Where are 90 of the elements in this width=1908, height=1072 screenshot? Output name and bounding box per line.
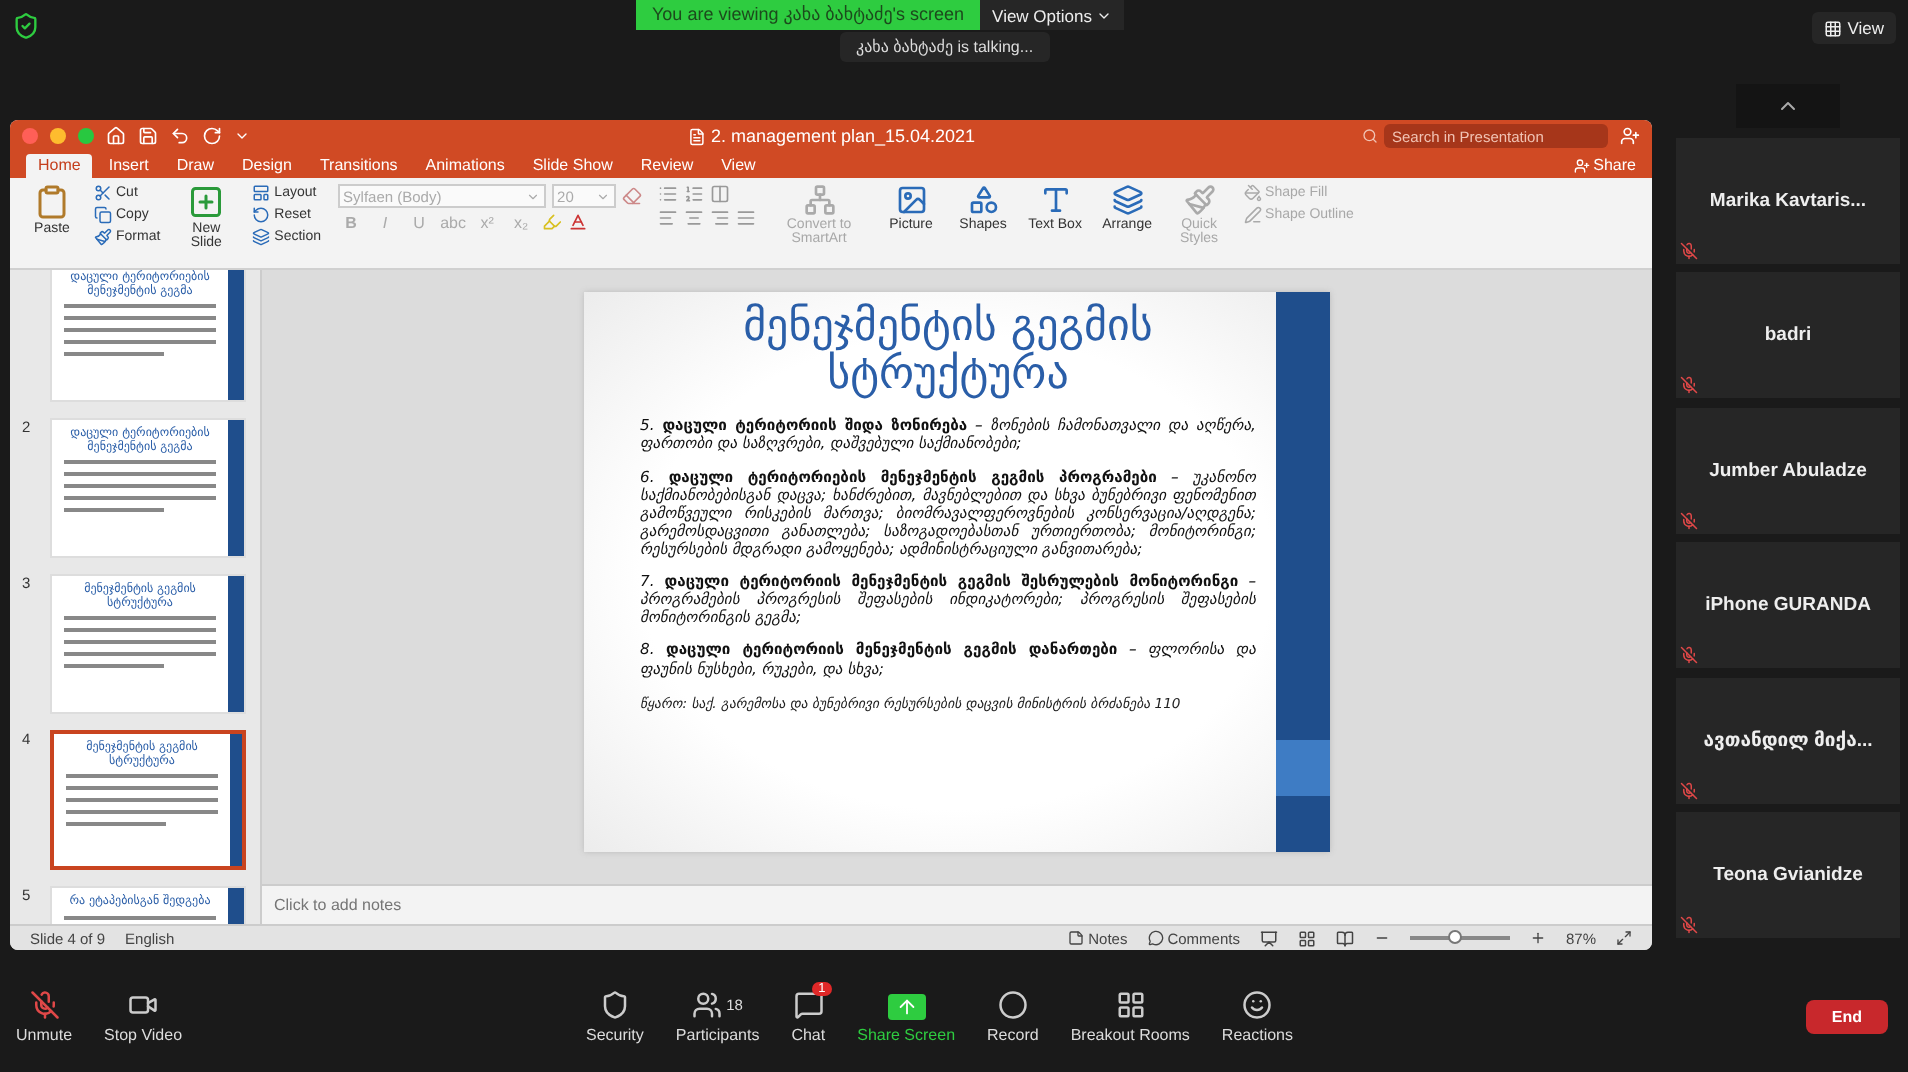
toolbar-button[interactable]: Security (586, 990, 644, 1044)
view-options-button[interactable]: View Options (980, 0, 1124, 30)
justify-icon[interactable] (735, 208, 756, 228)
minimize-icon[interactable] (50, 128, 66, 144)
view-button[interactable]: View (1811, 12, 1896, 44)
text-box-icon (1039, 184, 1072, 216)
save-icon[interactable] (138, 126, 158, 146)
shield-check-icon (12, 12, 40, 40)
thumbnail-side-bar (228, 420, 244, 556)
zoom-slider-thumb[interactable] (1448, 930, 1463, 944)
thumbnail-side-bar (228, 576, 244, 712)
note-icon (1068, 930, 1085, 946)
undo-icon[interactable] (170, 126, 190, 146)
scissors-icon (94, 184, 112, 202)
comment-icon (1147, 930, 1164, 946)
end-button[interactable]: End (1805, 1000, 1888, 1034)
toolbar-button[interactable]: Stop Video (104, 990, 183, 1044)
layout-icon (252, 184, 271, 202)
arrange-icon (1111, 184, 1144, 216)
chat-bubble-icon (793, 990, 824, 1020)
share-button[interactable]: Share (1573, 156, 1636, 178)
ribbon-tab[interactable]: Animations (413, 154, 517, 178)
talking-indicator: კახა ბახტაძე is talking... (840, 32, 1050, 62)
participant-name: ავთანდილ მიქა... (1703, 729, 1873, 751)
slide-accent-stripe (1276, 740, 1330, 796)
columns-icon[interactable] (709, 184, 730, 204)
picture-icon (895, 184, 928, 216)
smartart-icon (803, 184, 836, 216)
ribbon-tab[interactable]: Home (26, 154, 93, 178)
normal-view-icon[interactable] (1259, 929, 1278, 947)
caret-icon[interactable] (234, 128, 250, 144)
people-icon (692, 990, 723, 1020)
shapes-icon (967, 184, 1000, 216)
video-camera-icon (128, 990, 159, 1020)
sorter-view-icon[interactable] (1297, 929, 1316, 947)
thumbnail-side-bar (228, 270, 244, 400)
numbering-icon[interactable] (683, 184, 704, 204)
font-color-icon[interactable] (567, 212, 588, 232)
thumbnail-side-bar (230, 734, 242, 866)
reading-view-icon[interactable] (1335, 929, 1354, 947)
participant-name: iPhone GURANDA (1705, 594, 1871, 616)
ribbon-tab[interactable]: Slide Show (520, 154, 625, 178)
participant-name: Marika Kavtaris... (1709, 189, 1867, 211)
search-icon (1362, 128, 1378, 144)
ribbon-tab[interactable]: Design (230, 154, 304, 178)
pen-icon (1243, 206, 1262, 224)
align-right-icon[interactable] (709, 208, 730, 228)
caret-icon (595, 189, 610, 203)
align-left-icon[interactable] (657, 208, 678, 228)
toolbar-button[interactable]: Reactions (1221, 990, 1293, 1044)
toolbar-button[interactable]: Share Screen (857, 994, 956, 1044)
record-icon (997, 990, 1028, 1020)
sharing-banner: You are viewing კახა ბახტაძე's screen (636, 0, 981, 30)
new-slide-icon (188, 184, 225, 220)
ribbon-tab[interactable]: Draw (164, 154, 227, 178)
ribbon-tab[interactable]: Transitions (307, 154, 410, 178)
mic-off-icon (29, 990, 59, 1020)
account-icon[interactable] (1620, 126, 1640, 146)
toolbar-button[interactable]: Breakout Rooms (1070, 990, 1190, 1044)
toolbar-button[interactable]: Record (987, 990, 1039, 1044)
reset-icon (252, 206, 271, 224)
add-person-icon (1573, 157, 1590, 173)
toolbar-button[interactable]: Unmute (16, 990, 73, 1044)
redo-icon[interactable] (202, 126, 222, 146)
grid-icon (1115, 990, 1146, 1020)
participant-name: Jumber Abuladze (1709, 459, 1867, 481)
home-icon[interactable] (106, 126, 126, 146)
brush-icon (1183, 184, 1216, 216)
window-title: 2. management plan_15.04.2021 (710, 126, 976, 146)
notes-field[interactable]: Click to add notes (270, 894, 670, 916)
ribbon-tab[interactable]: Insert (96, 154, 161, 178)
paint-bucket-icon (1243, 184, 1262, 202)
shield-icon (599, 990, 630, 1020)
eraser-icon[interactable] (621, 186, 642, 206)
smiley-icon (1242, 990, 1273, 1020)
ribbon-tab[interactable]: View (709, 154, 768, 178)
section-icon (252, 228, 271, 246)
ribbon-tab[interactable]: Review (628, 154, 706, 178)
fit-icon[interactable] (1616, 930, 1632, 946)
slide-title: მენეჯმენტის გეგმის სტრუქტურა (741, 304, 1155, 401)
caret-icon (525, 189, 540, 203)
clipboard-icon (34, 184, 70, 220)
copy-icon (94, 206, 112, 224)
participant-name: Teona Gvianidze (1713, 864, 1863, 886)
paintbrush-icon (94, 228, 112, 246)
grid-icon (1823, 19, 1842, 37)
document-icon (686, 127, 705, 145)
participant-name: badri (1764, 324, 1812, 346)
zoom-in-icon[interactable] (1529, 930, 1546, 946)
align-center-icon[interactable] (683, 208, 704, 228)
